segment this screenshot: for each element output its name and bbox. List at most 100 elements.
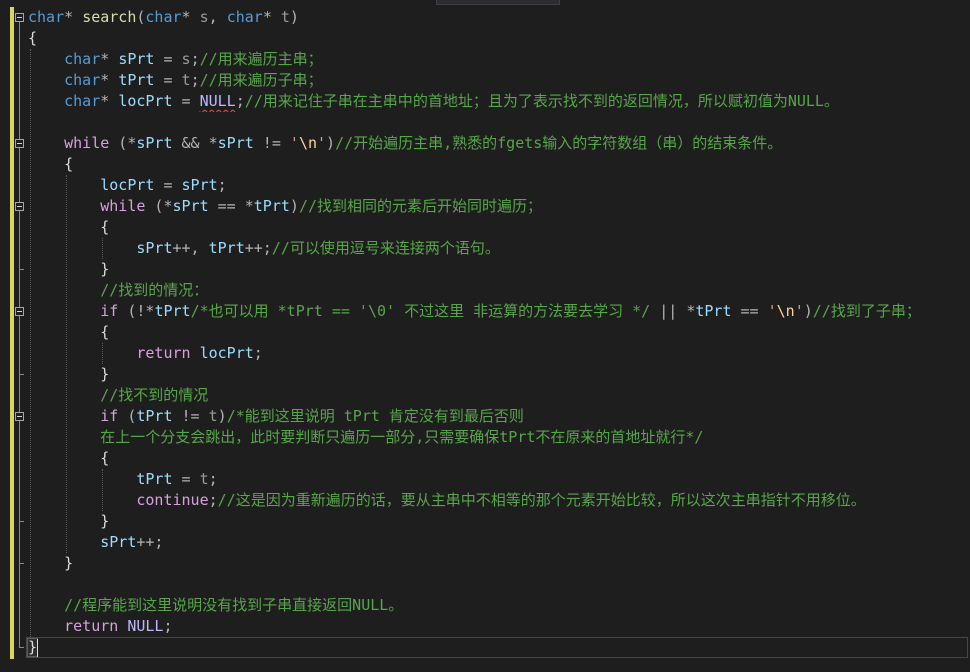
operator-token: =: [154, 176, 182, 194]
local-variable-token: tPrt: [253, 197, 290, 215]
comment-token: //找到相同的元素后开始同时遍历；: [298, 197, 543, 215]
local-variable-token: tPrt: [208, 239, 245, 257]
operator-token: ;: [217, 176, 227, 194]
code-line[interactable]: if (tPrt != t)/*能到这里说明 tPrt 肯定没有到最后否则: [28, 406, 970, 427]
code-line[interactable]: {: [28, 217, 970, 238]
code-line[interactable]: {: [28, 28, 970, 49]
comment-token: /*也可以用 *tPrt == '\0' 不过这里 非运算的方法要去学习 */: [190, 302, 651, 320]
type-keyword-token: char: [28, 71, 101, 89]
parameter-token: s: [199, 8, 209, 26]
parameter-token: s: [181, 50, 191, 68]
code-line[interactable]: }: [28, 637, 970, 658]
code-line[interactable]: char* sPrt = s;//用来遍历主串；: [28, 49, 970, 70]
operator-token: ++;: [136, 533, 164, 551]
operator-token: ): [217, 407, 227, 425]
parameter-token: t: [208, 407, 218, 425]
code-line[interactable]: continue;//这是因为重新遍历的话，要从主串中不相等的那个元素开始比较，…: [28, 490, 970, 511]
scope-dropdown[interactable]: [436, 0, 560, 5]
code-line[interactable]: [28, 574, 970, 595]
code-line[interactable]: 在上一个分支会跳出，此时要判断只遍历一部分,只需要确保tPrt不在原来的首地址就…: [28, 427, 970, 448]
operator-token: ): [289, 197, 299, 215]
change-tracking-bar: [10, 7, 14, 659]
comment-token: //程序能到这里说明没有找到子串直接返回NULL。: [28, 596, 404, 614]
operator-token: || *: [650, 302, 696, 320]
operator-token: !=: [172, 407, 209, 425]
control-keyword-token: if: [28, 302, 119, 320]
local-variable-token: sPrt: [217, 134, 254, 152]
comment-token: //开始遍历主串,熟悉的fgets输入的字符数组（串）的结束条件。: [335, 134, 783, 152]
collapse-icon[interactable]: [15, 139, 24, 148]
type-keyword-token: char: [28, 92, 101, 110]
local-variable-token: sPrt: [172, 197, 209, 215]
operator-token: *: [100, 50, 119, 68]
char-literal-token: ': [767, 302, 777, 320]
local-variable-token: sPrt: [118, 50, 155, 68]
brace-token: }: [28, 365, 110, 383]
local-variable-token: tPrt: [136, 407, 173, 425]
outlining-end-tick: [19, 269, 24, 270]
collapse-icon[interactable]: [15, 13, 24, 22]
code-line[interactable]: locPrt = sPrt;: [28, 175, 970, 196]
operator-token: ): [803, 302, 813, 320]
local-variable-token: sPrt: [28, 533, 137, 551]
collapse-icon[interactable]: [15, 307, 24, 316]
code-line[interactable]: //找到的情况：: [28, 280, 970, 301]
code-line[interactable]: tPrt = t;: [28, 469, 970, 490]
code-line[interactable]: char* locPrt = NULL;//用来记住子串在主串中的首地址；且为了…: [28, 91, 970, 112]
local-variable-token: sPrt: [136, 134, 173, 152]
code-line[interactable]: sPrt++;: [28, 532, 970, 553]
code-editor[interactable]: char* search(char* s, char* t){ char* sP…: [0, 0, 970, 672]
code-line[interactable]: return NULL;: [28, 616, 970, 637]
operator-token: ;: [208, 470, 218, 488]
operator-token: *: [64, 8, 83, 26]
code-line[interactable]: while (*sPrt && *sPrt != '\n')//开始遍历主串,熟…: [28, 133, 970, 154]
comment-token: //用来遍历主串；: [199, 50, 323, 68]
operator-token: =: [154, 50, 182, 68]
code-line[interactable]: while (*sPrt == *tPrt)//找到相同的元素后开始同时遍历；: [28, 196, 970, 217]
code-line[interactable]: {: [28, 448, 970, 469]
operator-token: == *: [208, 197, 254, 215]
code-line[interactable]: [28, 112, 970, 133]
outlining-end-tick: [19, 374, 24, 375]
operator-token: ++,: [172, 239, 209, 257]
function-name-token: search: [82, 8, 137, 26]
comment-token: /*能到这里说明 tPrt 肯定没有到最后否则: [226, 407, 524, 425]
brace-token: {: [28, 29, 38, 47]
code-line[interactable]: }: [28, 364, 970, 385]
type-keyword-token: char: [226, 8, 263, 26]
comment-token: //用来记住子串在主串中的首地址；且为了表示找不到的返回情况，所以赋初值为NUL…: [244, 92, 839, 110]
outlining-end-tick: [19, 521, 24, 522]
escape-sequence-token: \n: [776, 302, 795, 320]
collapse-icon[interactable]: [15, 202, 24, 211]
local-variable-token: tPrt: [28, 470, 173, 488]
control-keyword-token: return: [28, 344, 200, 362]
operator-token: *: [181, 8, 200, 26]
comment-token: //找到的情况：: [28, 281, 209, 299]
outlining-end-tick: [19, 647, 24, 648]
brace-token: }: [28, 554, 74, 572]
operator-token: ;: [235, 92, 245, 110]
comment-token: 在上一个分支会跳出，此时要判断只遍历一部分,只需要确保tPrt不在原来的首地址就…: [28, 428, 704, 446]
operator-token: =: [172, 92, 200, 110]
code-line[interactable]: sPrt++, tPrt++;//可以使用逗号来连接两个语句。: [28, 238, 970, 259]
code-line[interactable]: return locPrt;: [28, 343, 970, 364]
type-keyword-token: char: [145, 8, 182, 26]
code-line[interactable]: }: [28, 259, 970, 280]
collapse-icon[interactable]: [15, 412, 24, 421]
code-text-area[interactable]: char* search(char* s, char* t){ char* sP…: [28, 7, 970, 658]
code-line[interactable]: {: [28, 154, 970, 175]
code-line[interactable]: char* tPrt = t;//用来遍历子串；: [28, 70, 970, 91]
char-literal-token: ': [317, 134, 327, 152]
code-line[interactable]: if (!* tPrt /*也可以用 *tPrt == '\0' 不过这里 非运算的…: [28, 301, 970, 322]
code-line[interactable]: {: [28, 322, 970, 343]
code-line[interactable]: }: [28, 553, 970, 574]
operator-token: (!*: [118, 302, 155, 320]
local-variable-token: tPrt: [695, 302, 732, 320]
code-line[interactable]: char* search(char* s, char* t): [28, 7, 970, 28]
code-line[interactable]: }: [28, 511, 970, 532]
code-line[interactable]: //找不到的情况: [28, 385, 970, 406]
operator-token: =: [172, 470, 200, 488]
operator-token: ;: [253, 344, 263, 362]
code-line[interactable]: //程序能到这里说明没有找到子串直接返回NULL。: [28, 595, 970, 616]
local-variable-token: locPrt: [28, 176, 155, 194]
